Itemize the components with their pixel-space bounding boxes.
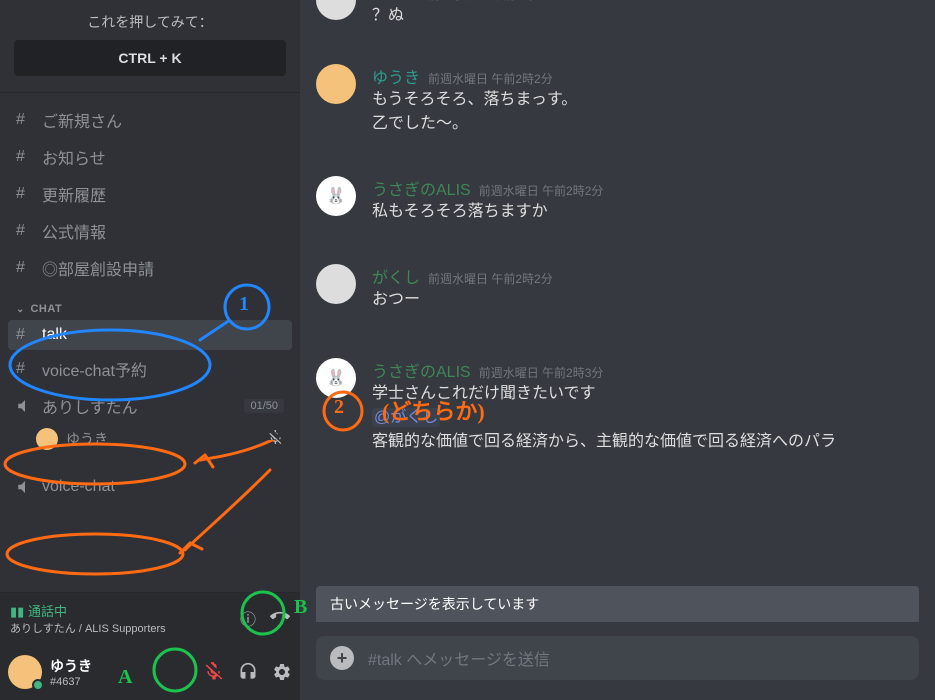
message-text: もうそろそろ、落ちまっす。 [372,88,919,112]
avatar[interactable]: 🐰 [316,358,356,398]
message-timestamp: 前週水曜日 午前2時3分 [479,364,604,381]
channel-label: talk [42,326,67,344]
message-timestamp: 前週水曜日 午前2時2分 [428,70,553,87]
message-timestamp: 前週水曜日 午前1時1分 [428,0,553,3]
channel-label: 公式情報 [42,219,106,243]
deafen-button[interactable] [238,662,258,682]
message-list[interactable]: がくし 前週水曜日 午前1時1分 ？ぬ ゆうき 前週水曜日 午前2時2分 もうそ… [300,0,935,574]
voice-channel-label: ありしすたん [42,394,138,418]
voice-channel-label: voice-chat [42,478,115,496]
speaker-icon [16,397,36,415]
channel-list[interactable]: # ご新規さん # お知らせ # 更新履歴 # 公式情報 # ◎部屋創設申請 ⌄… [0,93,300,592]
channel-talk[interactable]: # talk [8,320,292,350]
channel-label: ご新規さん [42,108,122,132]
user-panel: ゆうき #4637 [0,644,300,700]
message: ゆうき 前週水曜日 午前2時2分 もうそろそろ、落ちまっす。 乙でした〜。 [316,54,919,140]
avatar[interactable] [316,0,356,20]
info-icon[interactable]: ⓘ [240,606,256,631]
voice-channel-count: 01/50 [244,399,284,413]
message-text: 私もそろそろ落ちますか [372,200,919,224]
message: 🐰 うさぎのALIS 前週水曜日 午前2時3分 学士さんこれだけ聞きたいです @… [316,348,919,458]
quick-search-panel: これを押してみて： CTRL + K [0,0,300,93]
message-text: 学士さんこれだけ聞きたいです [372,382,919,406]
voice-user-name: ゆうき [66,429,108,449]
message-timestamp: 前週水曜日 午前2時2分 [479,182,604,199]
hash-icon: # [16,222,36,240]
avatar [36,428,58,450]
hash-icon: # [16,360,36,378]
channel-label: ◎部屋創設申請 [42,256,154,280]
online-status-dot [32,679,44,691]
message: がくし 前週水曜日 午前2時2分 おつー [316,254,919,316]
chat-pane: がくし 前週水曜日 午前1時1分 ？ぬ ゆうき 前週水曜日 午前2時2分 もうそ… [300,0,935,700]
hash-icon: # [16,326,36,344]
channel-announcements[interactable]: # お知らせ [8,139,292,175]
voice-user-yuki[interactable]: ゆうき [8,424,292,454]
channel-label: お知らせ [42,145,106,169]
connection-status: ▮▮ 通話中 [10,601,240,620]
message-input-placeholder: #talk へメッセージを送信 [368,646,550,670]
channel-voice-chat-reserve[interactable]: # voice-chat予約 [8,351,292,387]
message-text: 客観的な価値で回る経済から、主観的な価値で回る経済へのパラ [372,430,919,454]
message-username[interactable]: ゆうき [372,64,420,88]
viewing-old-messages-banner[interactable]: 古いメッセージを表示しています [316,586,919,622]
connection-panel: ▮▮ 通話中 ありしすたん / ALIS Supporters ⓘ [0,592,300,644]
hash-icon: # [16,111,36,129]
message-mention[interactable]: @がくし [372,406,919,430]
message-username[interactable]: がくし [372,264,420,288]
channel-newcomers[interactable]: # ご新規さん [8,102,292,138]
message-username[interactable]: うさぎのALIS [372,176,471,200]
channel-label: 更新履歴 [42,182,106,206]
search-hint-text: これを押してみて： [14,12,286,32]
disconnect-call-icon[interactable] [270,606,290,631]
self-tag: #4637 [50,676,92,688]
connection-channel: ありしすたん / ALIS Supporters [10,620,240,636]
mute-mic-button[interactable] [204,662,224,682]
message-text: おつー [372,288,919,312]
message-timestamp: 前週水曜日 午前2時2分 [428,270,553,287]
channel-label: voice-chat予約 [42,357,147,381]
channel-room-request[interactable]: # ◎部屋創設申請 [8,250,292,286]
voice-channel-voicechat[interactable]: voice-chat [8,472,292,502]
hash-icon: # [16,185,36,203]
chevron-down-icon: ⌄ [16,304,25,315]
message-text: ？ぬ [372,4,919,28]
message-username[interactable]: うさぎのALIS [372,358,471,382]
channel-official[interactable]: # 公式情報 [8,213,292,249]
channel-changelog[interactable]: # 更新履歴 [8,176,292,212]
message-text: 乙でした〜。 [372,112,919,136]
hash-icon: # [16,148,36,166]
speaker-icon [16,478,36,496]
self-avatar[interactable] [8,655,42,689]
voice-channel-alistan[interactable]: ありしすたん 01/50 [8,388,292,424]
add-attachment-button[interactable]: + [330,646,354,670]
search-shortcut-button[interactable]: CTRL + K [14,40,286,76]
avatar[interactable] [316,264,356,304]
channels-sidebar: これを押してみて： CTRL + K # ご新規さん # お知らせ # 更新履歴… [0,0,300,700]
connection-status-text: 通話中 [28,604,67,619]
hash-icon: # [16,259,36,277]
user-settings-button[interactable] [272,662,292,682]
message: 🐰 うさぎのALIS 前週水曜日 午前2時2分 私もそろそろ落ちますか [316,166,919,228]
section-label: CHAT [30,303,62,315]
avatar[interactable]: 🐰 [316,176,356,216]
mute-icon [268,430,284,449]
message: がくし 前週水曜日 午前1時1分 ？ぬ [316,0,919,32]
avatar[interactable] [316,64,356,104]
message-input[interactable]: + #talk へメッセージを送信 [316,636,919,680]
chat-section-header[interactable]: ⌄ CHAT [8,287,292,319]
signal-icon: ▮▮ [10,604,24,619]
self-username: ゆうき [50,656,92,676]
